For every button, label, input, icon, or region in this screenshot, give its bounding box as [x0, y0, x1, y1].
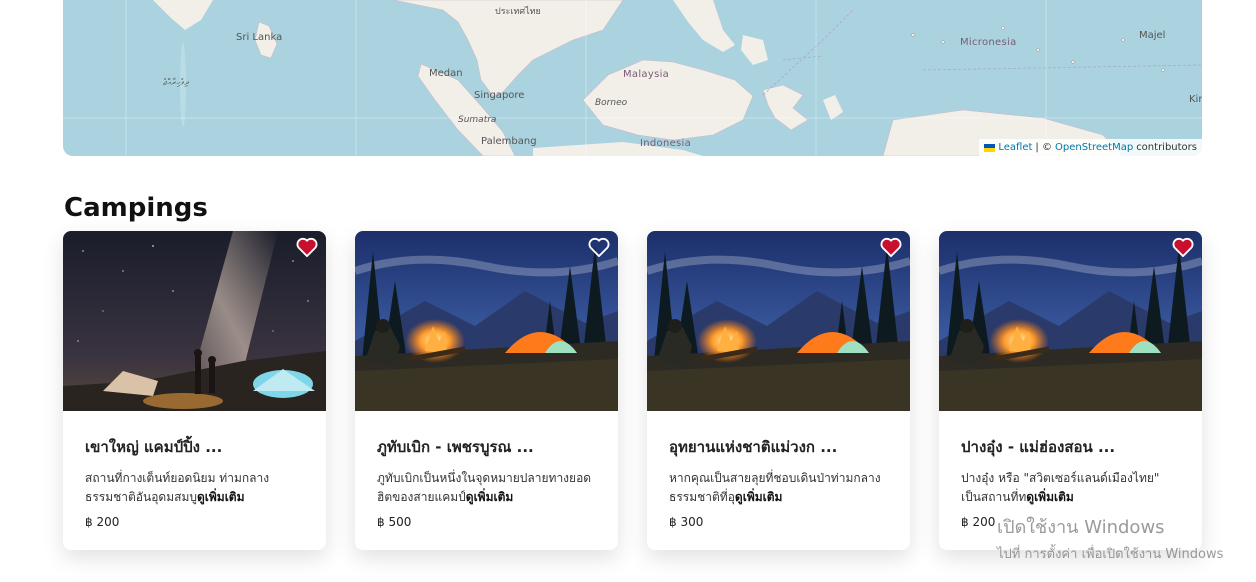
map-attribution: Leaflet | © OpenStreetMap contributors	[979, 139, 1202, 156]
map-label-singapore: Singapore	[474, 90, 525, 101]
camping-card-title[interactable]: ภูทับเบิก - เพชรบูรณ ...	[377, 435, 596, 459]
camping-card-description: ภูทับเบิกเป็นหนึ่งในจุดหมายปลายทางยอดฮิต…	[377, 469, 596, 507]
camping-card-price: ฿ 200	[85, 515, 120, 529]
attribution-separator: | ©	[1035, 142, 1052, 153]
map-label-palembang: Palembang	[481, 136, 537, 147]
map-label-medan: Medan	[429, 68, 463, 79]
camping-card-title[interactable]: ปางอุ๋ง - แม่ฮ่องสอน ...	[961, 435, 1180, 459]
heart-filled-icon[interactable]	[880, 237, 902, 257]
map[interactable]: Sri Lanka ދިވެހިރާއްޖެ ประเทศไทย Medan S…	[63, 0, 1202, 156]
section-title: Campings	[64, 193, 208, 223]
attribution-suffix: contributors	[1136, 142, 1197, 153]
camping-card[interactable]: เขาใหญ่ แคมป์ปิ้ง ... สถานที่กางเต็นท์ยอ…	[63, 231, 326, 550]
map-label-maldives: ދިވެހިރާއްޖެ	[163, 78, 189, 88]
camping-card-price: ฿ 300	[669, 515, 704, 529]
map-label-malaysia: Malaysia	[623, 69, 670, 80]
camping-card[interactable]: อุทยานแห่งชาติแม่วงก ... หากคุณเป็นสายลุ…	[647, 231, 910, 550]
camping-card-title[interactable]: อุทยานแห่งชาติแม่วงก ...	[669, 435, 888, 459]
camping-card-title[interactable]: เขาใหญ่ แคมป์ปิ้ง ...	[85, 435, 304, 459]
camping-card[interactable]: ภูทับเบิก - เพชรบูรณ ... ภูทับเบิกเป็นหน…	[355, 231, 618, 550]
map-label-sri-lanka: Sri Lanka	[236, 32, 283, 43]
read-more-link[interactable]: ดูเพิ่มเติม	[735, 490, 783, 504]
camping-card-image[interactable]	[647, 231, 910, 411]
camping-card-description: สถานที่กางเต็นท์ยอดนิยม ท่ามกลางธรรมชาติ…	[85, 469, 304, 507]
openstreetmap-link[interactable]: OpenStreetMap	[1055, 142, 1133, 153]
camping-card-image[interactable]	[355, 231, 618, 411]
heart-filled-icon[interactable]	[296, 237, 318, 257]
camping-card-description: ปางอุ๋ง หรือ "สวิตเซอร์แลนด์เมืองไทย" เป…	[961, 469, 1180, 507]
camping-card[interactable]: ปางอุ๋ง - แม่ฮ่องสอน ... ปางอุ๋ง หรือ "ส…	[939, 231, 1202, 550]
map-label-kir: Kir	[1189, 94, 1202, 105]
heart-outline-icon[interactable]	[588, 237, 610, 257]
camping-card-price: ฿ 200	[961, 515, 996, 529]
map-label-sumatra: Sumatra	[458, 115, 497, 125]
heart-filled-icon[interactable]	[1172, 237, 1194, 257]
ukraine-flag-icon	[984, 143, 996, 152]
map-label-majel: Majel	[1139, 30, 1166, 41]
camping-card-image[interactable]	[939, 231, 1202, 411]
read-more-link[interactable]: ดูเพิ่มเติม	[1026, 490, 1074, 504]
read-more-link[interactable]: ดูเพิ่มเติม	[466, 490, 514, 504]
map-label-borneo: Borneo	[595, 98, 628, 108]
camping-card-description: หากคุณเป็นสายลุยที่ชอบเดินป่าท่ามกลางธรร…	[669, 469, 888, 507]
map-label-thailand: ประเทศไทย	[495, 7, 541, 17]
map-label-micronesia: Micronesia	[960, 37, 1017, 48]
camping-card-image[interactable]	[63, 231, 326, 411]
read-more-link[interactable]: ดูเพิ่มเติม	[197, 490, 245, 504]
camping-card-price: ฿ 500	[377, 515, 412, 529]
map-label-indonesia: Indonesia	[640, 138, 692, 149]
leaflet-link[interactable]: Leaflet	[998, 142, 1032, 153]
